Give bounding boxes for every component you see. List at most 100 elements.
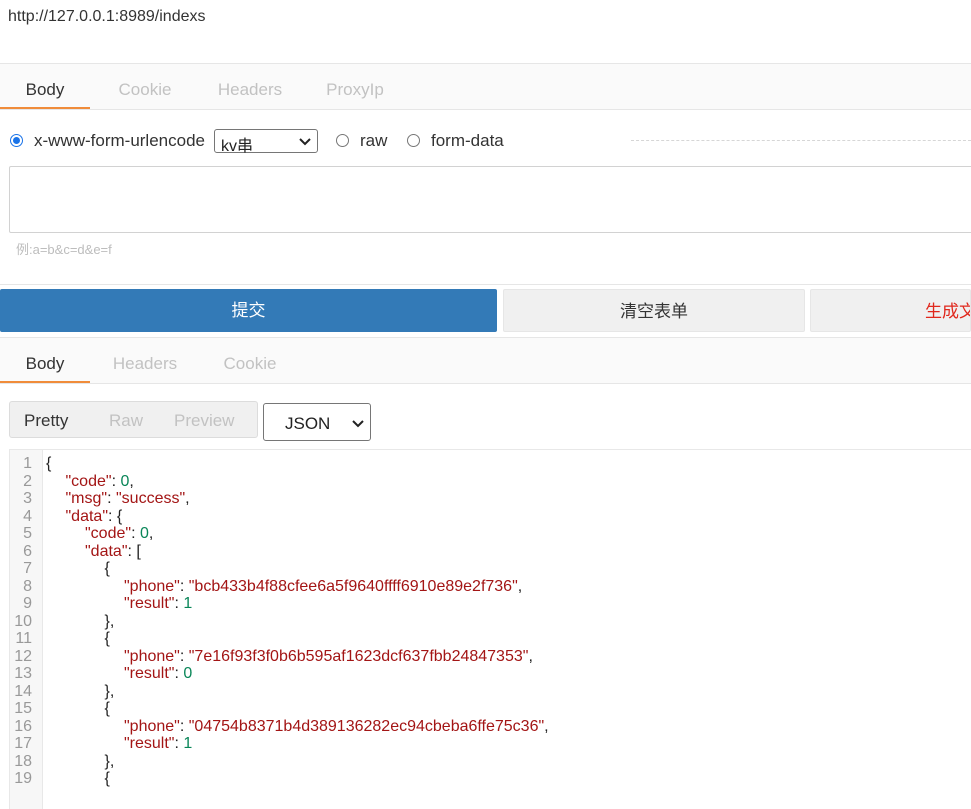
code-text: "phone": "04754b8371b4d389136282ec94cbeb… <box>124 718 549 736</box>
code-text: }, <box>105 753 115 771</box>
response-code-viewer[interactable]: 1{2 "code": 0, 3 "msg": "success", 4 "data": … <box>9 449 971 809</box>
code-text: "result": 0 <box>124 665 192 683</box>
json-key: "result" <box>124 665 175 682</box>
generate-button[interactable]: 生成文 <box>810 289 971 332</box>
raw-label: raw <box>360 131 388 150</box>
code-line: 12 "phone": "7e16f93f3f0b6b595af1623dcf63… <box>10 648 960 666</box>
divider <box>631 140 971 141</box>
code-text: "msg": "success", <box>66 490 190 508</box>
body-type-options: x-www-form-urlencode kv串 raw form-data <box>0 128 971 155</box>
tab-request-headers[interactable]: Headers <box>205 64 295 108</box>
code-line: 15 { <box>10 700 960 718</box>
code-line: 8 "phone": "bcb433b4f88cfee6a5f9640ffff69… <box>10 578 960 596</box>
json-key: "result" <box>124 595 175 612</box>
code-text: "result": 1 <box>124 735 192 753</box>
code-line: 9 "result": 1 <box>10 595 960 613</box>
line-number: 2 <box>23 472 32 490</box>
code-line: 17 "result": 1 <box>10 735 960 753</box>
response-tab-bar: Body Headers Cookie <box>0 337 971 384</box>
json-key: "code" <box>65 472 112 490</box>
json-key: "msg" <box>65 490 108 507</box>
json-key: "result" <box>124 735 175 752</box>
line-number: 18 <box>14 752 32 770</box>
line-number: 15 <box>14 700 32 717</box>
code-line: 1{ <box>10 455 960 473</box>
json-punct: , <box>528 647 533 665</box>
line-number: 8 <box>23 577 32 595</box>
tab-response-cookie[interactable]: Cookie <box>205 338 295 382</box>
line-number: 16 <box>14 717 32 735</box>
chevron-down-icon <box>298 135 312 153</box>
code-line: 3 "msg": "success", <box>10 490 960 508</box>
divider <box>0 284 971 285</box>
line-number: 13 <box>14 665 32 682</box>
json-punct: , <box>517 577 523 595</box>
tab-request-body[interactable]: Body <box>0 64 90 109</box>
code-text: "phone": "bcb433b4f88cfee6a5f9640ffff691… <box>124 578 522 596</box>
response-format-value: JSON <box>285 414 331 433</box>
code-line: 14}, <box>10 683 960 701</box>
json-punct: , <box>185 490 190 507</box>
response-format-select[interactable]: JSON <box>263 403 371 441</box>
submit-button[interactable]: 提交 <box>0 289 497 332</box>
json-string: "bcb433b4f88cfee6a5f9640ffff6910e89e2f73… <box>188 577 518 595</box>
line-number: 19 <box>14 770 32 787</box>
clear-form-button[interactable]: 清空表单 <box>503 289 805 332</box>
formdata-radio[interactable] <box>407 134 420 147</box>
line-number: 12 <box>14 647 32 665</box>
json-punct: : <box>179 577 189 595</box>
view-mode-group: Pretty Raw Preview <box>9 401 258 438</box>
json-punct: { <box>104 560 110 577</box>
line-number: 3 <box>23 490 32 507</box>
code-text: "data": [ <box>85 543 141 561</box>
json-string: "04754b8371b4d389136282ec94cbeba6ffe75c3… <box>188 717 545 735</box>
code-line: 18}, <box>10 753 960 771</box>
code-text: { <box>46 455 51 473</box>
code-line: 10}, <box>10 613 960 631</box>
code-text: }, <box>105 613 115 631</box>
code-text: "phone": "7e16f93f3f0b6b595af1623dcf637f… <box>124 648 533 666</box>
json-punct: , <box>148 525 154 542</box>
code-line: 5 "code": 0, <box>10 525 960 543</box>
chevron-down-icon <box>351 417 365 435</box>
json-punct: : [ <box>127 542 141 560</box>
line-number: 1 <box>23 455 32 472</box>
json-string: "success" <box>115 490 186 507</box>
raw-radio[interactable] <box>336 134 349 147</box>
line-number: 7 <box>23 560 32 577</box>
tab-request-proxyip[interactable]: ProxyIp <box>310 64 400 108</box>
code-text: { <box>105 560 110 578</box>
json-punct: { <box>104 630 110 647</box>
line-number: 4 <box>23 507 32 525</box>
json-punct: { <box>104 770 110 787</box>
json-punct: }, <box>104 612 115 630</box>
body-textarea[interactable] <box>9 166 971 233</box>
code-line: 4 "data": { <box>10 508 960 526</box>
line-number: 6 <box>23 542 32 560</box>
code-text: }, <box>105 683 115 701</box>
json-key: "phone" <box>124 717 180 735</box>
urlencode-radio[interactable] <box>10 134 23 147</box>
json-key: "code" <box>85 525 132 542</box>
view-raw-button[interactable]: Raw <box>109 402 143 439</box>
request-tab-bar: Body Cookie Headers ProxyIp <box>0 63 971 110</box>
line-number: 9 <box>23 595 32 612</box>
json-punct: : { <box>108 507 123 525</box>
json-key: "phone" <box>124 577 180 595</box>
json-punct: : <box>179 647 189 665</box>
code-text: "code": 0, <box>85 525 153 543</box>
json-key: "data" <box>85 542 128 560</box>
json-punct: { <box>46 455 52 472</box>
tab-response-body[interactable]: Body <box>0 338 90 383</box>
view-preview-button[interactable]: Preview <box>174 402 234 439</box>
tab-request-cookie[interactable]: Cookie <box>100 64 190 108</box>
urlencode-format-select[interactable]: kv串 <box>214 129 318 155</box>
json-key: "data" <box>65 507 109 525</box>
code-line: 19 { <box>10 770 960 788</box>
json-punct: , <box>544 717 549 735</box>
json-punct: : <box>179 717 189 735</box>
tab-response-headers[interactable]: Headers <box>100 338 190 382</box>
view-pretty-button[interactable]: Pretty <box>24 402 68 439</box>
code-text: { <box>105 630 110 648</box>
body-hint: 例:a=b&c=d&e=f <box>16 242 112 257</box>
